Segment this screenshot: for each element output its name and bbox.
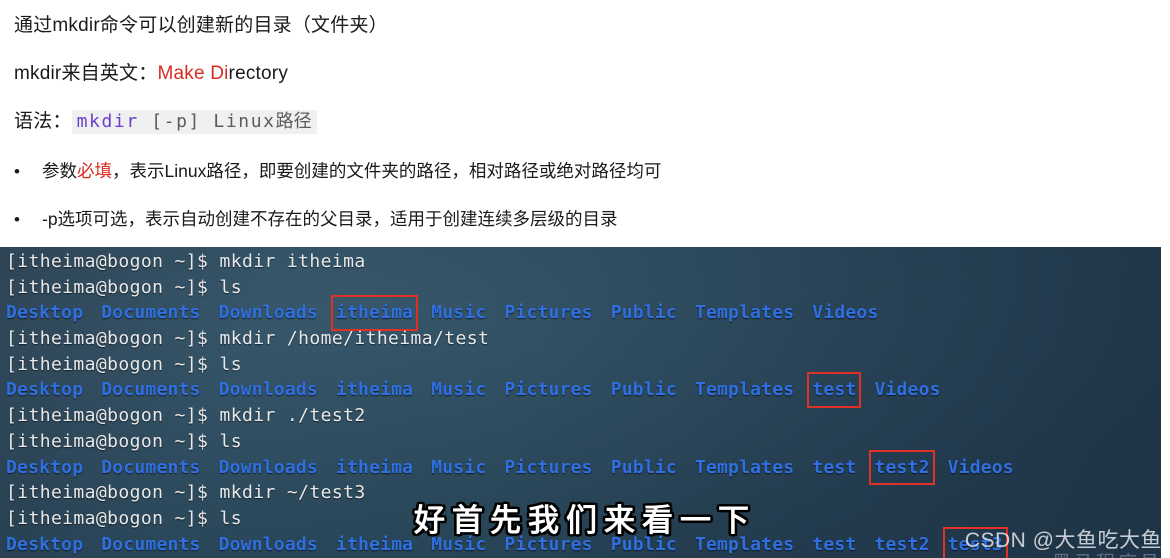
- ls-entry: Downloads: [218, 379, 318, 401]
- terminal-command-line: [itheima@bogon ~]$ ls: [6, 430, 242, 452]
- ls-entry: Public: [610, 379, 677, 401]
- terminal-window[interactable]: [itheima@bogon ~]$ mkdir itheima [itheima…: [0, 247, 1161, 558]
- note-line-syntax: 语法： mkdir [-p] Linux路径: [14, 110, 317, 134]
- ls-entry: Music: [431, 302, 487, 324]
- bullet-suffix: ，表示Linux路径，即要创建的文件夹的路径，相对路径或绝对路径均可: [112, 161, 662, 181]
- ls-entry: test2: [874, 533, 930, 555]
- note-syntax-prefix: 语法：: [14, 111, 72, 133]
- ls-entry: Desktop: [6, 379, 84, 401]
- syntax-code-chip: mkdir [-p] Linux路径: [71, 110, 317, 134]
- ls-entry-highlighted: test: [807, 372, 862, 409]
- ls-entry: test: [812, 456, 857, 478]
- ls-entry: Videos: [812, 302, 879, 324]
- bullet-marker-icon: •: [14, 210, 20, 229]
- note-origin-red: Make Di: [157, 63, 229, 84]
- ls-entry: itheima: [335, 379, 414, 401]
- ls-entry: Desktop: [6, 302, 84, 324]
- ls-entry: Downloads: [218, 456, 318, 478]
- syntax-rest: [-p] Linux: [138, 111, 276, 132]
- bullet-prefix: 参数: [42, 161, 77, 181]
- ls-entry: Pictures: [504, 379, 593, 401]
- ls-entry: Templates: [694, 533, 795, 555]
- bullet-item-required: • 参数必填，表示Linux路径，即要创建的文件夹的路径，相对路径或绝对路径均可: [14, 161, 662, 181]
- terminal-ls-output-row: Desktop Documents Downloads itheima Music Pic…: [0, 526, 1161, 558]
- terminal-command-line: [itheima@bogon ~]$ mkdir /home/itheima/t…: [6, 328, 490, 350]
- ls-entry: Documents: [101, 533, 201, 555]
- bullet-item-pflag: • -p选项可选，表示自动创建不存在的父目录，适用于创建连续多层级的目录: [14, 209, 618, 229]
- ls-entry: Music: [431, 533, 487, 555]
- ls-entry-highlighted: test2: [869, 449, 935, 486]
- ls-entry: Documents: [101, 379, 201, 401]
- ls-entry: Videos: [874, 379, 941, 401]
- ls-entry: Downloads: [218, 302, 318, 324]
- notes-panel: 通过mkdir命令可以创建新的目录（文件夹） mkdir来自英文：Make Di…: [0, 0, 1170, 247]
- bullet-text-required: 参数必填，表示Linux路径，即要创建的文件夹的路径，相对路径或绝对路径均可: [42, 161, 662, 181]
- ls-entry: Templates: [694, 302, 795, 324]
- terminal-ls-output-row: Desktop Documents Downloads itheima Music Pic…: [0, 449, 1161, 486]
- bullet-highlight: 必填: [77, 161, 112, 181]
- note-origin-prefix: mkdir来自英文：: [14, 63, 158, 84]
- note-intro-text: 通过mkdir命令可以创建新的目录（文件夹）: [14, 15, 388, 36]
- ls-entry: Desktop: [6, 533, 84, 555]
- ls-entry: itheima: [335, 456, 414, 478]
- syntax-keyword: mkdir: [76, 111, 139, 132]
- bullet-text-pflag: -p选项可选，表示自动创建不存在的父目录，适用于创建连续多层级的目录: [42, 209, 618, 229]
- terminal-ls-output-row: Desktop Documents Downloads itheima Music Pic…: [0, 295, 1161, 332]
- ls-entry-highlighted: test3: [942, 526, 1008, 558]
- ls-entry: Documents: [101, 456, 201, 478]
- ls-entry: Desktop: [6, 456, 84, 478]
- bullet-marker-icon: •: [14, 162, 20, 181]
- ls-entry: Music: [431, 379, 487, 401]
- ls-entry: itheima: [335, 533, 414, 555]
- ls-entry: Templates: [694, 456, 795, 478]
- note-line-origin: mkdir来自英文：Make Directory: [14, 64, 288, 83]
- note-origin-rest: rectory: [228, 63, 289, 84]
- note-line-intro: 通过mkdir命令可以创建新的目录（文件夹）: [14, 16, 388, 35]
- ls-entry: Pictures: [504, 533, 593, 555]
- terminal-command-line: [itheima@bogon ~]$ mkdir ./test2: [6, 405, 366, 427]
- slide-page: 通过mkdir命令可以创建新的目录（文件夹） mkdir来自英文：Make Di…: [0, 0, 1170, 558]
- terminal-command-line: [itheima@bogon ~]$ ls: [6, 353, 242, 375]
- ls-entry: Public: [610, 533, 677, 555]
- terminal-command-line: [itheima@bogon ~]$ mkdir ~/test3: [6, 482, 366, 504]
- ls-entry: Templates: [694, 379, 795, 401]
- ls-entry-highlighted: itheima: [330, 295, 419, 332]
- terminal-command-line: [itheima@bogon ~]$ ls: [6, 507, 242, 529]
- ls-entry: Public: [610, 302, 677, 324]
- ls-entry: Pictures: [504, 456, 593, 478]
- ls-entry: Downloads: [218, 533, 318, 555]
- ls-entry: Videos: [947, 456, 1014, 478]
- ls-entry: Music: [431, 456, 487, 478]
- syntax-path-label: 路径: [275, 111, 312, 131]
- terminal-right-margin: [1161, 247, 1170, 558]
- terminal-command-line: [itheima@bogon ~]$ mkdir itheima: [6, 251, 366, 272]
- ls-entry: Documents: [101, 302, 201, 324]
- terminal-command-line: [itheima@bogon ~]$ ls: [6, 276, 242, 298]
- ls-entry: Pictures: [504, 302, 593, 324]
- ls-entry: test: [812, 533, 857, 555]
- terminal-ls-output-row: Desktop Documents Downloads itheima Music Pic…: [0, 372, 1161, 409]
- ls-entry: Public: [610, 456, 677, 478]
